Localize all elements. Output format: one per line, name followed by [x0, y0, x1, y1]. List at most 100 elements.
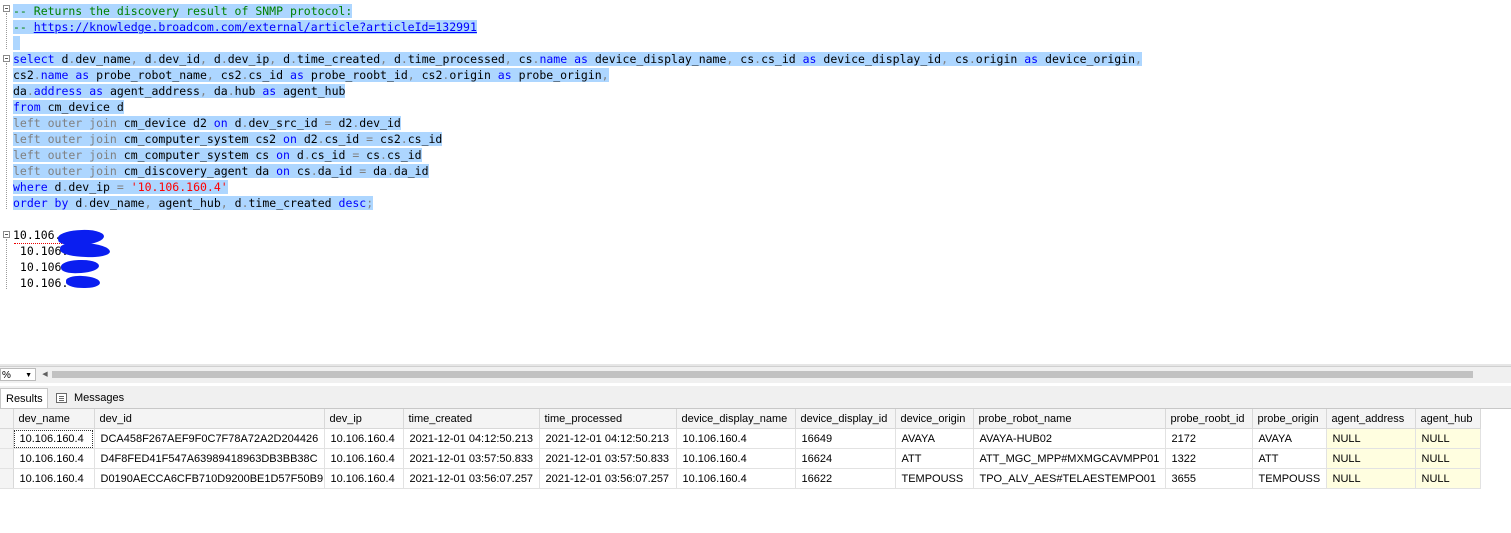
code-token: --: [13, 20, 34, 34]
table-cell[interactable]: NULL: [1415, 448, 1481, 469]
code-token: cs_id: [386, 148, 422, 162]
code-line[interactable]: where d.dev_ip = '10.106.160.4': [13, 179, 228, 195]
code-token: ,: [200, 52, 207, 66]
table-cell[interactable]: 10.106.160.4: [13, 448, 95, 469]
column-header[interactable]: device_origin: [895, 409, 974, 429]
table-cell[interactable]: 10.106.160.4: [324, 448, 404, 469]
code-line[interactable]: left outer join cm_computer_system cs2 o…: [13, 131, 443, 147]
table-cell[interactable]: NULL: [1415, 428, 1481, 449]
table-cell[interactable]: NULL: [1326, 448, 1416, 469]
code-token: as: [255, 84, 277, 98]
table-row[interactable]: 10.106.160.4 D0190AECCA6CFB710D9200BE1D5…: [0, 468, 1481, 489]
code-token: .: [220, 52, 228, 66]
table-cell[interactable]: 2021-12-01 03:56:07.257: [539, 468, 677, 489]
tab-results[interactable]: Results: [0, 388, 48, 408]
code-token: cs: [511, 52, 533, 66]
code-token: probe_roobt_id: [303, 68, 408, 82]
scroll-left-icon[interactable]: ◀: [40, 369, 50, 380]
code-line[interactable]: 10.106.: [13, 275, 68, 291]
column-header[interactable]: probe_roobt_id: [1165, 409, 1253, 429]
table-cell[interactable]: 2021-12-01 03:57:50.833: [539, 448, 677, 469]
table-cell[interactable]: NULL: [1326, 468, 1416, 489]
results-grid[interactable]: dev_name dev_id dev_ip time_created time…: [0, 409, 1481, 489]
table-cell[interactable]: D4F8FED41F547A63989418963DB3BB38C: [94, 448, 325, 469]
code-line[interactable]: -- https://knowledge.broadcom.com/extern…: [13, 19, 477, 35]
table-cell[interactable]: AVAYA-HUB02: [973, 428, 1166, 449]
table-cell[interactable]: 2021-12-01 03:56:07.257: [403, 468, 540, 489]
code-line[interactable]: [13, 35, 20, 51]
code-line[interactable]: left outer join cm_device d2 on d.dev_sr…: [13, 115, 401, 131]
column-header[interactable]: dev_ip: [324, 409, 404, 429]
table-cell[interactable]: NULL: [1415, 468, 1481, 489]
table-cell[interactable]: 2021-12-01 04:12:50.213: [403, 428, 540, 449]
row-selector[interactable]: [0, 468, 14, 489]
column-header[interactable]: probe_robot_name: [973, 409, 1166, 429]
zoom-select[interactable]: % ▼: [0, 368, 36, 381]
code-token: cs_id: [407, 132, 443, 146]
table-row[interactable]: 10.106.160.4 DCA458F267AEF9F0C7F78A72A2D…: [0, 428, 1481, 449]
column-header[interactable]: dev_name: [13, 409, 95, 429]
column-header[interactable]: agent_hub: [1415, 409, 1481, 429]
table-cell[interactable]: AVAYA: [1252, 428, 1327, 449]
code-token: time_created: [248, 196, 339, 210]
horizontal-scrollbar[interactable]: ◀: [40, 369, 1510, 380]
collapse-icon[interactable]: [3, 231, 10, 238]
table-cell[interactable]: 10.106.160.4: [324, 428, 404, 449]
corner-cell[interactable]: [0, 409, 14, 429]
table-cell[interactable]: 10.106.160.4: [13, 428, 95, 449]
collapse-icon[interactable]: [3, 5, 10, 12]
code-line[interactable]: order by d.dev_name, agent_hub, d.time_c…: [13, 195, 374, 211]
column-header[interactable]: time_processed: [539, 409, 677, 429]
code-token: .: [26, 84, 34, 98]
code-line[interactable]: left outer join cm_discovery_agent da on…: [13, 163, 429, 179]
code-line[interactable]: select d.dev_name, d.dev_id, d.dev_ip, d…: [13, 51, 1142, 67]
table-cell[interactable]: ATT: [1252, 448, 1327, 469]
table-cell[interactable]: NULL: [1326, 428, 1416, 449]
code-token: hub: [234, 84, 256, 98]
code-line[interactable]: -- Returns the discovery result of SNMP …: [13, 3, 353, 19]
code-token: dev_name: [89, 196, 145, 210]
column-header[interactable]: device_display_id: [795, 409, 896, 429]
code-token: probe_robot_name: [89, 68, 207, 82]
table-cell[interactable]: 16649: [795, 428, 896, 449]
scrollbar-thumb[interactable]: [52, 371, 1473, 378]
table-cell[interactable]: 3655: [1165, 468, 1253, 489]
table-cell[interactable]: 10.106.160.4: [676, 448, 796, 469]
row-selector[interactable]: [0, 428, 14, 449]
table-cell[interactable]: 2021-12-01 03:57:50.833: [403, 448, 540, 469]
table-cell[interactable]: 1322: [1165, 448, 1253, 469]
column-header[interactable]: device_display_name: [676, 409, 796, 429]
table-cell[interactable]: TPO_ALV_AES#TELAESTEMPO01: [973, 468, 1166, 489]
code-line[interactable]: from cm_device d: [13, 99, 124, 115]
table-cell[interactable]: 16624: [795, 448, 896, 469]
table-cell[interactable]: 10.106.160.4: [676, 428, 796, 449]
column-header[interactable]: dev_id: [94, 409, 325, 429]
table-cell[interactable]: 2021-12-01 04:12:50.213: [539, 428, 677, 449]
table-cell[interactable]: 10.106.160.4: [13, 468, 95, 489]
tab-messages[interactable]: Messages: [52, 388, 128, 408]
table-cell[interactable]: AVAYA: [895, 428, 974, 449]
table-row[interactable]: 10.106.160.4 D4F8FED41F547A63989418963DB…: [0, 448, 1481, 469]
collapse-icon[interactable]: [3, 55, 10, 62]
code-line[interactable]: da.address as agent_address, da.hub as a…: [13, 83, 346, 99]
code-line[interactable]: cs2.name as probe_robot_name, cs2.cs_id …: [13, 67, 609, 83]
column-header[interactable]: time_created: [403, 409, 540, 429]
code-token: agent_address: [103, 84, 200, 98]
table-cell[interactable]: 2172: [1165, 428, 1253, 449]
table-cell[interactable]: DCA458F267AEF9F0C7F78A72A2D204426: [94, 428, 325, 449]
table-cell[interactable]: ATT: [895, 448, 974, 469]
column-header[interactable]: probe_origin: [1252, 409, 1327, 429]
tab-messages-label: Messages: [74, 392, 125, 404]
table-cell[interactable]: 10.106.160.4: [676, 468, 796, 489]
table-cell[interactable]: 16622: [795, 468, 896, 489]
column-header[interactable]: agent_address: [1326, 409, 1416, 429]
row-selector[interactable]: [0, 448, 14, 469]
table-cell[interactable]: TEMPOUSS: [895, 468, 974, 489]
code-token: cs_id: [310, 148, 353, 162]
table-cell[interactable]: D0190AECCA6CFB710D9200BE1D57F50B9: [94, 468, 325, 489]
table-cell[interactable]: TEMPOUSS: [1252, 468, 1327, 489]
table-cell[interactable]: 10.106.160.4: [324, 468, 404, 489]
sql-editor[interactable]: -- Returns the discovery result of SNMP …: [0, 0, 1511, 364]
table-cell[interactable]: ATT_MGC_MPP#MXMGCAVMPP01: [973, 448, 1166, 469]
code-line[interactable]: left outer join cm_computer_system cs on…: [13, 147, 422, 163]
